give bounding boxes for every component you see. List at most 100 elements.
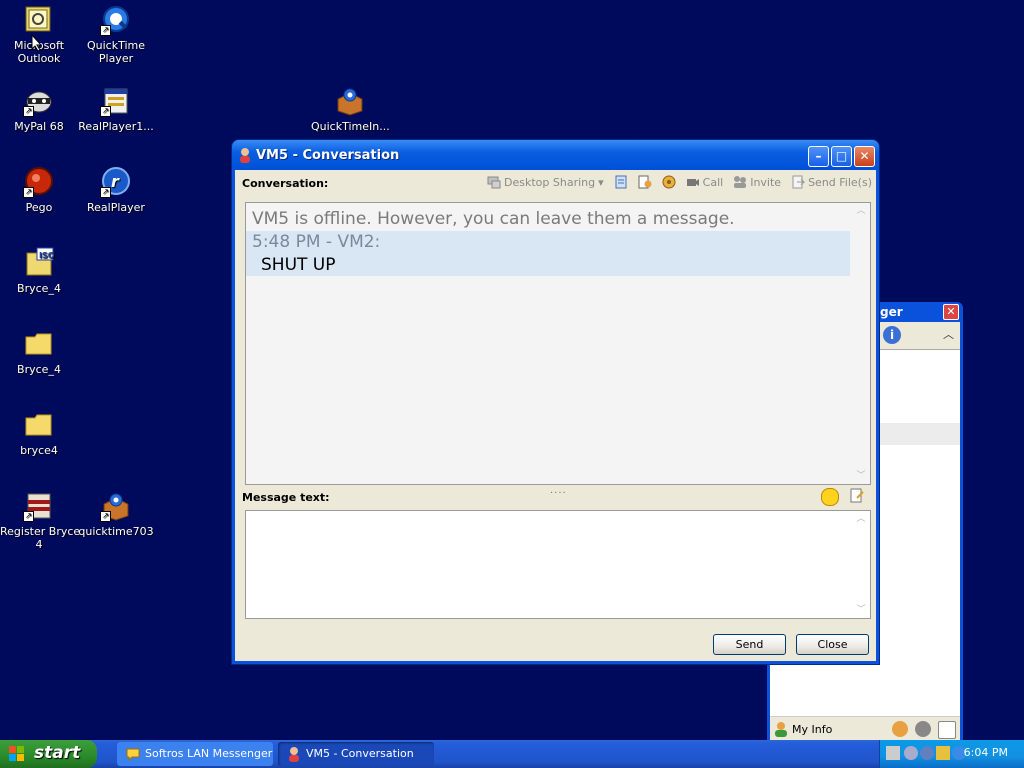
message-text: SHUT UP	[261, 255, 336, 275]
my-info-label: My Info	[792, 722, 833, 736]
smiley-icon[interactable]	[821, 488, 839, 506]
shortcut-arrow-icon: ↗	[100, 106, 111, 117]
scroll-down-icon[interactable]: ﹀	[856, 605, 866, 615]
desktop-icon-bryce4-lower[interactable]: bryce4	[0, 409, 78, 457]
scroll-up-icon[interactable]: ︿	[856, 206, 866, 216]
send-button[interactable]: Send	[713, 634, 786, 655]
pane-splitter[interactable]: ....	[550, 485, 567, 496]
pego-icon: ↗	[23, 166, 55, 198]
clock: 6:04 PM	[963, 746, 1008, 759]
info-icon[interactable]: i	[883, 326, 901, 344]
tray-expand-icon[interactable]	[904, 746, 918, 760]
desktop-icon-realplayer1[interactable]: ↗ RealPlayer1...	[77, 85, 155, 133]
folder-icon	[23, 409, 55, 441]
text-format-icon[interactable]	[849, 488, 865, 504]
status-offline-icon[interactable]	[938, 721, 956, 739]
invite-label: Invite	[750, 175, 782, 189]
send-file-icon	[792, 175, 806, 189]
desktop-icon-bryce4-iso[interactable]: ISO Bryce_4	[0, 247, 78, 295]
window-title: VM5 - Conversation	[256, 148, 400, 163]
shortcut-arrow-icon: ↗	[100, 187, 111, 198]
messenger-close-button[interactable]: ✕	[943, 304, 959, 320]
status-away-icon[interactable]	[915, 721, 931, 737]
desktop-sharing-label: Desktop Sharing	[504, 175, 596, 189]
conversation-history[interactable]: VM5 is offline. However, you can leave t…	[245, 202, 871, 485]
register-icon: ↗	[23, 490, 55, 522]
user-icon	[289, 747, 299, 762]
svg-text:ISO: ISO	[39, 251, 55, 260]
call-label: Call	[702, 175, 724, 189]
iso-file-icon: ISO	[23, 247, 55, 279]
conversation-window[interactable]: VM5 - Conversation – □ ✕ Conversation: D…	[232, 140, 879, 664]
invite-button[interactable]: Invite	[733, 175, 781, 189]
conversation-titlebar[interactable]: VM5 - Conversation – □ ✕	[232, 140, 879, 170]
message-input[interactable]: ︿ ﹀	[245, 510, 871, 619]
desktop-icon-label: bryce4	[20, 444, 58, 457]
svg-text:r: r	[111, 172, 120, 191]
maximize-button[interactable]: □	[831, 146, 852, 167]
call-button[interactable]: Call	[686, 175, 724, 189]
scroll-up-icon[interactable]: ︿	[856, 514, 866, 524]
status-online-icon[interactable]	[892, 721, 908, 737]
desktop-icon-quicktime703[interactable]: ↗ quicktime703	[77, 490, 155, 538]
desktop-icon-quicktime-installer[interactable]: QuickTimeIn...	[311, 85, 390, 133]
desktop-sharing-button[interactable]: Desktop Sharing ▾	[487, 175, 604, 189]
dropdown-arrow-icon[interactable]: ▾	[598, 176, 604, 189]
desktop-icon-pego[interactable]: ↗ Pego	[0, 166, 78, 214]
invite-users-icon	[734, 176, 747, 188]
taskbar-item-label: VM5 - Conversation	[306, 747, 414, 760]
raccoon-icon: ↗	[23, 85, 55, 117]
conversation-body: Conversation: Desktop Sharing ▾ Call Inv…	[235, 170, 876, 661]
package-icon	[334, 85, 366, 117]
taskbar-item-softros[interactable]: Softros LAN Messenger	[117, 742, 273, 766]
mouse-cursor-icon	[31, 34, 43, 52]
start-button[interactable]: start	[0, 740, 97, 768]
realplayer-icon: r ↗	[100, 166, 132, 198]
minimize-button[interactable]: –	[808, 146, 829, 167]
desktop-icon-quicktime-player[interactable]: ↗ QuickTime Player	[77, 4, 155, 65]
desktop-icon-label: Bryce_4	[17, 282, 61, 295]
desktop-sharing-icon	[487, 176, 501, 189]
shortcut-arrow-icon: ↗	[100, 511, 111, 522]
taskbar: start Softros LAN Messenger VM5 - Conver…	[0, 740, 1024, 768]
desktop-icon-register-bryce[interactable]: ↗ Register Bryce 4	[0, 490, 81, 551]
close-window-button[interactable]: ✕	[854, 146, 875, 167]
input-scrollbar[interactable]: ︿ ﹀	[853, 511, 870, 618]
desktop-icon-mypal[interactable]: ↗ MyPal 68	[0, 85, 78, 133]
history-icon[interactable]	[614, 175, 628, 189]
conversation-toolbar: Desktop Sharing ▾ Call Invite Send File(…	[487, 175, 872, 189]
desktop-icon-bryce4-folder[interactable]: Bryce_4	[0, 328, 78, 376]
camera-icon	[686, 179, 699, 186]
desktop-icon-label: quicktime703	[78, 525, 154, 538]
desktop-icon-label: RealPlayer	[87, 201, 145, 214]
taskbar-item-label: Softros LAN Messenger	[145, 747, 273, 760]
shortcut-arrow-icon: ↗	[23, 187, 34, 198]
desktop-icon-label: Register Bryce 4	[0, 525, 81, 551]
message-text-label: Message text:	[242, 491, 330, 504]
scroll-down-icon[interactable]: ﹀	[856, 471, 866, 481]
conversation-scrollbar[interactable]: ︿ ﹀	[853, 203, 870, 484]
user-icon	[240, 148, 250, 163]
close-button[interactable]: Close	[796, 634, 869, 655]
desktop-icon-label: RealPlayer1...	[78, 120, 154, 133]
keyboard-icon[interactable]	[886, 746, 900, 760]
desktop-icon-label: Bryce_4	[17, 363, 61, 376]
send-files-button[interactable]: Send File(s)	[791, 175, 872, 189]
taskbar-item-conversation[interactable]: VM5 - Conversation	[278, 742, 434, 766]
desktop-icon-label: MyPal 68	[14, 120, 64, 133]
conversation-label: Conversation:	[242, 177, 329, 190]
my-info-button[interactable]: My Info	[774, 721, 832, 737]
outlook-icon	[23, 4, 55, 36]
offline-notice: VM5 is offline. However, you can leave t…	[252, 209, 735, 229]
installer-icon: ↗	[100, 85, 132, 117]
plugins-icon[interactable]	[662, 175, 676, 189]
system-tray: 6:04 PM	[879, 740, 1024, 768]
network-icon[interactable]	[920, 746, 934, 760]
desktop-icon-label: Pego	[25, 201, 53, 214]
user-icon	[775, 722, 787, 737]
contact-info-icon[interactable]	[638, 175, 652, 189]
messenger-tray-icon[interactable]	[936, 746, 950, 760]
collapse-chevron-icon[interactable]: ︿	[943, 326, 954, 342]
messenger-status-bar: My Info	[770, 716, 960, 743]
desktop-icon-realplayer[interactable]: r ↗ RealPlayer	[77, 166, 155, 214]
